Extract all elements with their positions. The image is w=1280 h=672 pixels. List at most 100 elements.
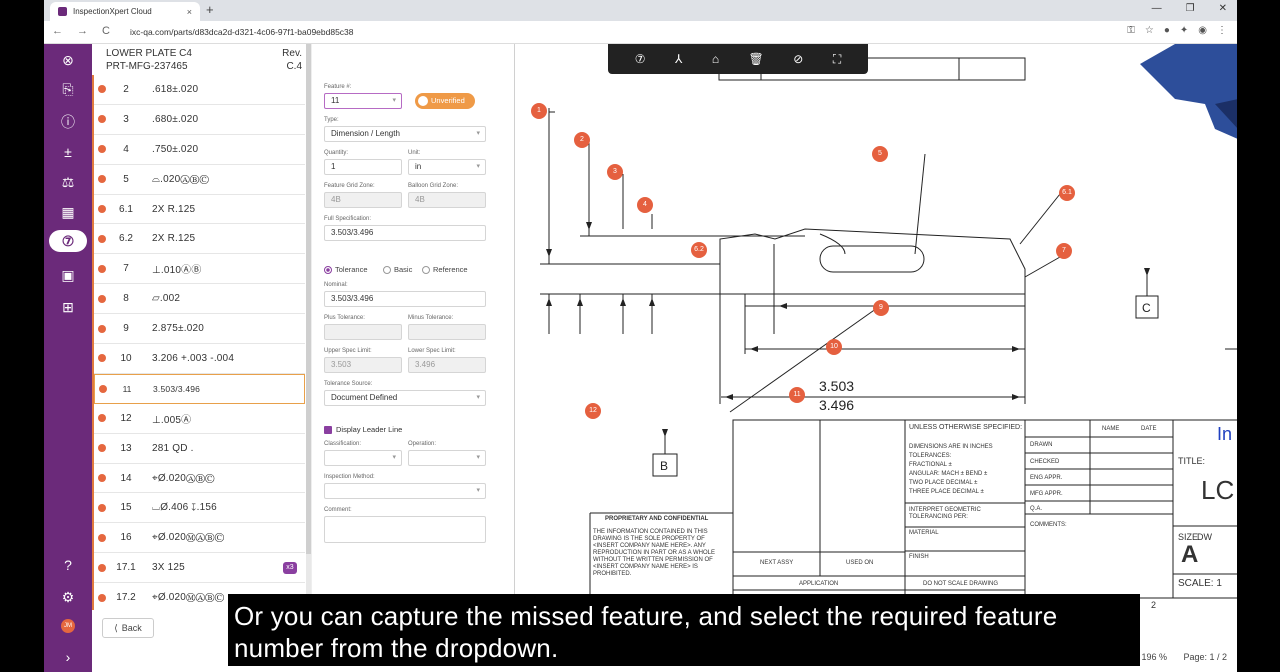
balloon-6-1[interactable]: 6.1 — [1059, 185, 1075, 201]
feature-row[interactable]: 3 .680±.020 — [94, 105, 305, 135]
feature-number: 10 — [120, 352, 132, 364]
feature-row[interactable]: 2 .618±.020 — [94, 75, 305, 105]
balloon-10[interactable]: 10 — [826, 339, 842, 355]
feature-row[interactable]: 16 ⌖Ø.020ⓂⒶⒷⒸ — [94, 523, 305, 554]
user-avatar[interactable]: JM — [61, 619, 75, 633]
radio-tolerance[interactable]: Tolerance — [324, 265, 368, 274]
feature-row[interactable]: 8 ⏥.002 — [94, 284, 305, 315]
feature-row[interactable]: 5 ⌓.020ⒶⒷⒸ — [94, 165, 305, 195]
feature-row[interactable]: 17.1 3X 125 x3 — [94, 553, 305, 584]
stamp-icon[interactable]: ⚖ — [56, 171, 80, 193]
caption-line-2: number from the dropdown. — [234, 633, 559, 663]
drawing-viewer[interactable]: ⑦ ⅄ ⌂ 🗑 ⊘ ⛶ 1 2 3 4 5 6.1 6.2 7 9 10 11 … — [514, 44, 1237, 642]
balloon-1[interactable]: 1 — [531, 103, 547, 119]
balloon-6-2[interactable]: 6.2 — [691, 242, 707, 258]
leader-tool-icon[interactable]: ⅄ — [675, 52, 682, 66]
radio-basic[interactable]: Basic — [383, 265, 412, 274]
tb-three-place: THREE PLACE DECIMAL ± — [909, 489, 984, 495]
balloon-12[interactable]: 12 — [585, 403, 601, 419]
balloon-5[interactable]: 5 — [872, 146, 888, 162]
feature-row[interactable]: 15 ⌴Ø.406 ↧.156 — [94, 493, 305, 524]
minimize-icon[interactable]: — — [1152, 3, 1162, 14]
classification-select[interactable]: ▾ — [324, 450, 402, 466]
inspection-select[interactable]: ▾ — [324, 483, 486, 499]
feature-row[interactable]: 7 ⊥.010ⒶⒷ — [94, 254, 305, 285]
type-select[interactable]: Dimension / Length ▾ — [324, 126, 486, 142]
feature-row[interactable]: 12 ⊥.005Ⓐ — [94, 404, 305, 434]
report-icon[interactable]: ⊞ — [56, 296, 80, 318]
verification-toggle[interactable]: Unverified — [415, 93, 475, 109]
back-arrow-icon[interactable]: ← — [52, 25, 63, 37]
status-dot-icon — [98, 205, 106, 213]
balloon-tool-icon[interactable]: ⑦ — [635, 52, 646, 66]
grid-zone-field: 4B — [324, 192, 402, 208]
browser-tab[interactable]: InspectionXpert Cloud × — [50, 2, 200, 21]
profile-icon[interactable]: ◉ — [1198, 25, 1207, 36]
unit-select[interactable]: in ▾ — [408, 159, 486, 175]
settings-gear-icon[interactable]: ⚙ — [56, 586, 80, 608]
key-icon[interactable]: ⚿ — [1127, 25, 1135, 36]
logo-icon[interactable]: ⊗ — [56, 49, 80, 71]
balloon-9[interactable]: 9 — [873, 300, 889, 316]
page-indicator[interactable]: Page: 1 / 2 — [1183, 652, 1227, 662]
close-tab-icon[interactable]: × — [187, 7, 192, 17]
quantity-badge: x3 — [283, 561, 297, 574]
radio-reference[interactable]: Reference — [422, 265, 468, 274]
feature-row[interactable]: 11 3.503/3.496 — [94, 373, 305, 404]
calendar-icon[interactable]: ▣ — [56, 264, 80, 286]
full-spec-field[interactable]: 3.503/3.496 — [324, 225, 486, 241]
balloon-2[interactable]: 2 — [574, 132, 590, 148]
feature-number: 3 — [123, 113, 129, 125]
info-icon[interactable]: ⓘ — [56, 111, 80, 133]
comment-textarea[interactable] — [324, 516, 486, 543]
status-dot-icon — [98, 354, 106, 363]
help-icon[interactable]: ? — [56, 554, 80, 576]
grid-icon[interactable]: ▦ — [56, 201, 80, 223]
status-dot-icon — [98, 533, 106, 542]
dimension-lower[interactable]: 3.496 — [819, 396, 854, 414]
tolerance-icon[interactable]: ± — [56, 141, 80, 163]
stamp-tool-icon[interactable]: ⌂ — [712, 52, 719, 66]
tol-source-select[interactable]: Document Defined ▾ — [324, 390, 486, 406]
display-leader-checkbox[interactable]: Display Leader Line — [324, 425, 402, 434]
feature-row[interactable]: 9 2.875±.020 — [94, 314, 305, 345]
part-number: PRT-MFG-237465 — [106, 61, 188, 72]
extension-icon[interactable]: ● — [1164, 25, 1170, 36]
star-icon[interactable]: ☆ — [1145, 25, 1154, 36]
capture-icon[interactable]: ⛶ — [833, 52, 841, 67]
balloon-11[interactable]: 11 — [789, 387, 805, 403]
status-dot-icon — [98, 145, 106, 154]
feature-number-dropdown[interactable]: 11 ▾ — [324, 93, 402, 109]
balloon-4[interactable]: 4 — [637, 197, 653, 213]
zoom-level[interactable]: 196 % — [1141, 652, 1167, 662]
close-window-icon[interactable]: ✕ — [1219, 3, 1227, 14]
nominal-field[interactable]: 3.503/3.496 — [324, 291, 486, 307]
quantity-field[interactable]: 1 — [324, 159, 402, 175]
feature-row[interactable]: 13 281 QD . — [94, 434, 305, 464]
tol-source-label: Tolerance Source: — [324, 381, 373, 387]
balloon-features-icon[interactable]: ⑦ — [49, 230, 87, 252]
inspection-label: Inspection Method: — [324, 474, 375, 480]
balloon-7[interactable]: 7 — [1056, 243, 1072, 259]
expand-chevron-icon[interactable]: › — [56, 646, 80, 668]
maximize-icon[interactable]: ❐ — [1186, 3, 1195, 14]
feature-row[interactable]: 14 ⌖Ø.020ⒶⒷⒸ — [94, 464, 305, 494]
forward-arrow-icon[interactable]: → — [77, 25, 88, 37]
reload-icon[interactable]: C — [102, 25, 110, 37]
puzzle-icon[interactable]: ✦ — [1180, 25, 1188, 36]
hide-icon[interactable]: ⊘ — [793, 52, 803, 66]
feature-row[interactable]: 4 .750±.020 — [94, 135, 305, 165]
delete-icon[interactable]: 🗑 — [749, 52, 764, 66]
feature-row[interactable]: 6.1 2X R.125 — [94, 195, 305, 225]
kebab-menu-icon[interactable]: ⋮ — [1217, 25, 1227, 36]
dimension-upper[interactable]: 3.503 — [819, 377, 854, 395]
new-tab-button[interactable]: + — [206, 2, 214, 17]
feature-row[interactable]: 6.2 2X R.125 — [94, 224, 305, 255]
minus-tol-field — [408, 324, 486, 340]
drawing-icon[interactable]: ⎘ — [56, 78, 80, 100]
url-field[interactable]: ixc-qa.com/parts/d83dca2d-d321-4c06-97f1… — [130, 27, 354, 37]
balloon-3[interactable]: 3 — [607, 164, 623, 180]
operation-select[interactable]: ▾ — [408, 450, 486, 466]
back-button[interactable]: ⟨ Back — [102, 618, 154, 638]
feature-row[interactable]: 10 3.206 +.003 -.004 — [94, 344, 305, 374]
